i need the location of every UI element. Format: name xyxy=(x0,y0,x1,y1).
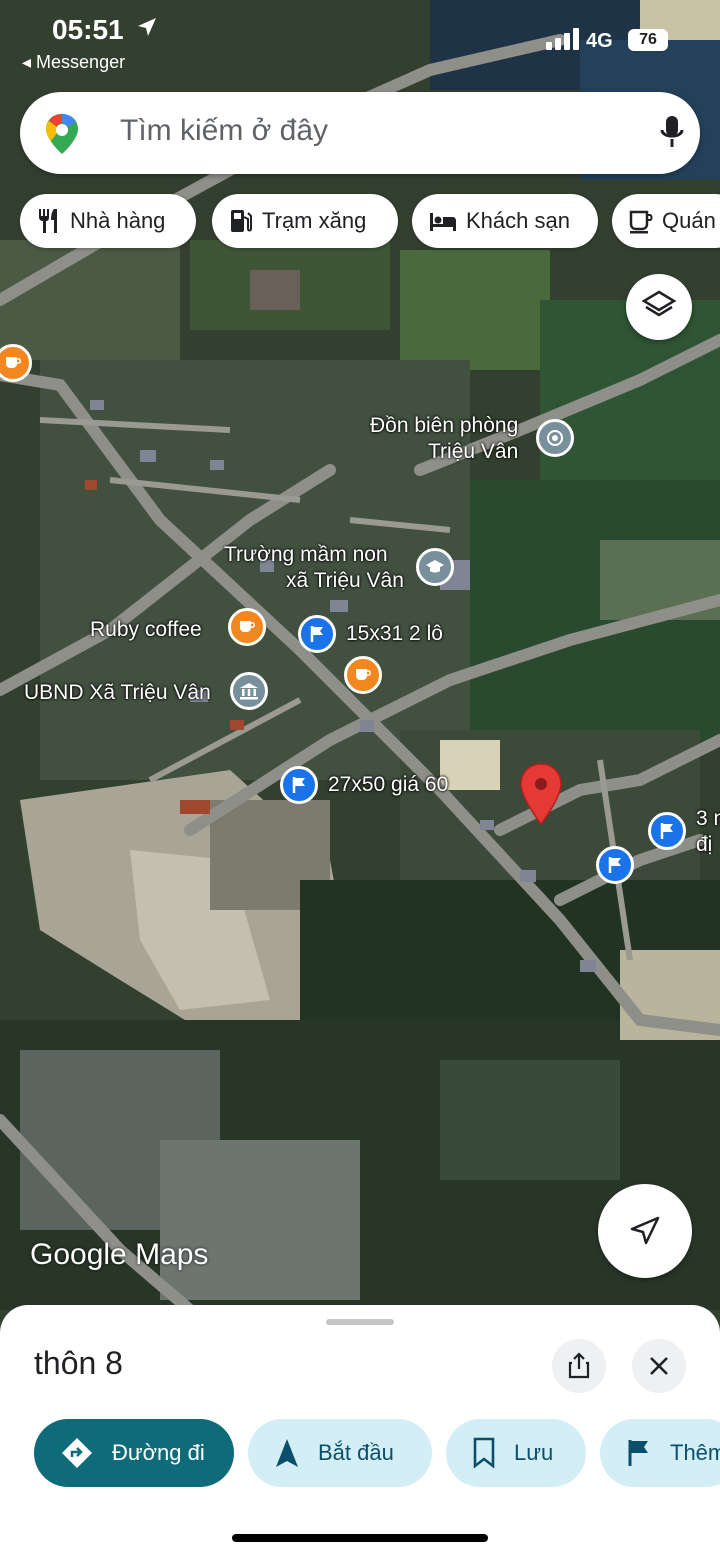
border-post-label[interactable]: Đồn biên phòng Triệu Vân xyxy=(356,413,518,465)
lot-15x31-label[interactable]: 15x31 2 lô xyxy=(346,621,443,647)
google-maps-watermark: Google Maps xyxy=(30,1238,209,1271)
chip-hotels[interactable]: Khách sạn xyxy=(412,194,598,248)
border-post-marker[interactable] xyxy=(536,419,574,457)
flag-icon xyxy=(660,823,673,839)
fork-knife-icon xyxy=(39,209,57,233)
chip-gas-stations-label: Trạm xăng xyxy=(262,208,367,233)
battery-indicator: 76 xyxy=(628,29,668,51)
saved-flag-marker[interactable] xyxy=(648,812,686,850)
ruby-coffee-marker[interactable] xyxy=(228,608,266,646)
add-label-button[interactable]: Thêm xyxy=(600,1419,720,1487)
chip-gas-stations[interactable]: Trạm xăng xyxy=(212,194,398,248)
share-icon xyxy=(568,1352,590,1379)
chip-cafes[interactable]: Quán xyxy=(612,194,720,248)
gas-pump-icon xyxy=(231,210,252,232)
coffee-cup-icon xyxy=(356,669,371,680)
flag-icon xyxy=(608,857,621,873)
border-post-label-line1: Đồn biên phòng xyxy=(369,414,519,437)
flag-icon xyxy=(628,1440,648,1466)
place-bottom-sheet[interactable]: thôn 8 Đường đi Bắt đầu Lưu Thêm xyxy=(0,1305,720,1557)
share-button[interactable] xyxy=(552,1339,606,1393)
coffee-cup-icon xyxy=(629,210,653,234)
graduation-cap-icon xyxy=(426,560,444,573)
selected-location-pin-icon[interactable] xyxy=(518,762,564,828)
close-icon xyxy=(650,1357,668,1375)
saved-flag-marker[interactable] xyxy=(298,615,336,653)
lot-27x50-label[interactable]: 27x50 giá 60 xyxy=(328,772,448,798)
government-building-icon xyxy=(240,683,258,700)
search-bar[interactable]: Tìm kiếm ở đây xyxy=(20,92,700,174)
start-navigation-button[interactable]: Bắt đầu xyxy=(248,1419,432,1487)
save-button[interactable]: Lưu xyxy=(446,1419,586,1487)
navigation-arrow-icon xyxy=(630,1216,660,1245)
back-to-app-link[interactable]: ◂ Messenger xyxy=(22,52,125,73)
add-label-label: Thêm xyxy=(670,1440,720,1465)
ubnd-label[interactable]: UBND Xã Triệu Vân xyxy=(24,680,211,706)
save-label: Lưu xyxy=(514,1440,554,1465)
government-building-marker[interactable] xyxy=(230,672,268,710)
microphone-icon[interactable] xyxy=(660,114,684,150)
start-navigation-label: Bắt đầu xyxy=(318,1440,394,1465)
maps-logo-icon xyxy=(46,114,78,154)
my-location-button[interactable] xyxy=(598,1184,692,1278)
status-bar: 05:51 ◂ Messenger 4G 76 xyxy=(0,0,720,80)
edge-flag-label-line2: đị xyxy=(696,833,713,856)
saved-flag-marker[interactable] xyxy=(596,846,634,884)
layers-icon xyxy=(641,290,677,317)
home-indicator[interactable] xyxy=(232,1534,488,1542)
network-type: 4G xyxy=(586,30,613,52)
directions-label: Đường đi xyxy=(112,1440,205,1465)
school-label-line1: Trường mầm non xyxy=(224,543,388,566)
edge-flag-label-line1: 3 n xyxy=(696,807,720,830)
chip-restaurants[interactable]: Nhà hàng xyxy=(20,194,196,248)
sheet-drag-handle[interactable] xyxy=(326,1319,394,1325)
saved-flag-marker[interactable] xyxy=(280,766,318,804)
layers-button[interactable] xyxy=(626,274,692,340)
cafe-marker[interactable] xyxy=(344,656,382,694)
border-post-label-line2: Triệu Vân xyxy=(428,440,519,463)
flag-icon xyxy=(292,777,305,793)
school-label[interactable]: Trường mầm non xã Triệu Vân xyxy=(224,542,404,594)
place-title: thôn 8 xyxy=(34,1345,123,1381)
coffee-cup-icon xyxy=(240,621,255,632)
chip-restaurants-label: Nhà hàng xyxy=(70,208,166,233)
status-time: 05:51 xyxy=(52,14,124,45)
navigation-arrow-icon xyxy=(276,1439,298,1467)
chip-cafes-label: Quán xyxy=(662,208,716,233)
edge-flag-label[interactable]: 3 n đị xyxy=(696,806,720,858)
flag-icon xyxy=(310,626,323,642)
location-arrow-icon xyxy=(138,18,156,36)
ruby-coffee-label[interactable]: Ruby coffee xyxy=(90,617,202,643)
coffee-cup-icon xyxy=(6,357,21,368)
bookmark-icon xyxy=(473,1437,495,1469)
signal-strength-icon xyxy=(546,28,579,50)
directions-button[interactable]: Đường đi xyxy=(34,1419,234,1487)
chip-hotels-label: Khách sạn xyxy=(466,208,570,233)
school-label-line2: xã Triệu Vân xyxy=(286,569,404,592)
landmark-dot-icon xyxy=(547,430,563,446)
school-marker[interactable] xyxy=(416,548,454,586)
search-input[interactable]: Tìm kiếm ở đây xyxy=(120,114,328,148)
bed-icon xyxy=(430,213,456,231)
close-button[interactable] xyxy=(632,1339,686,1393)
directions-icon xyxy=(62,1438,92,1468)
